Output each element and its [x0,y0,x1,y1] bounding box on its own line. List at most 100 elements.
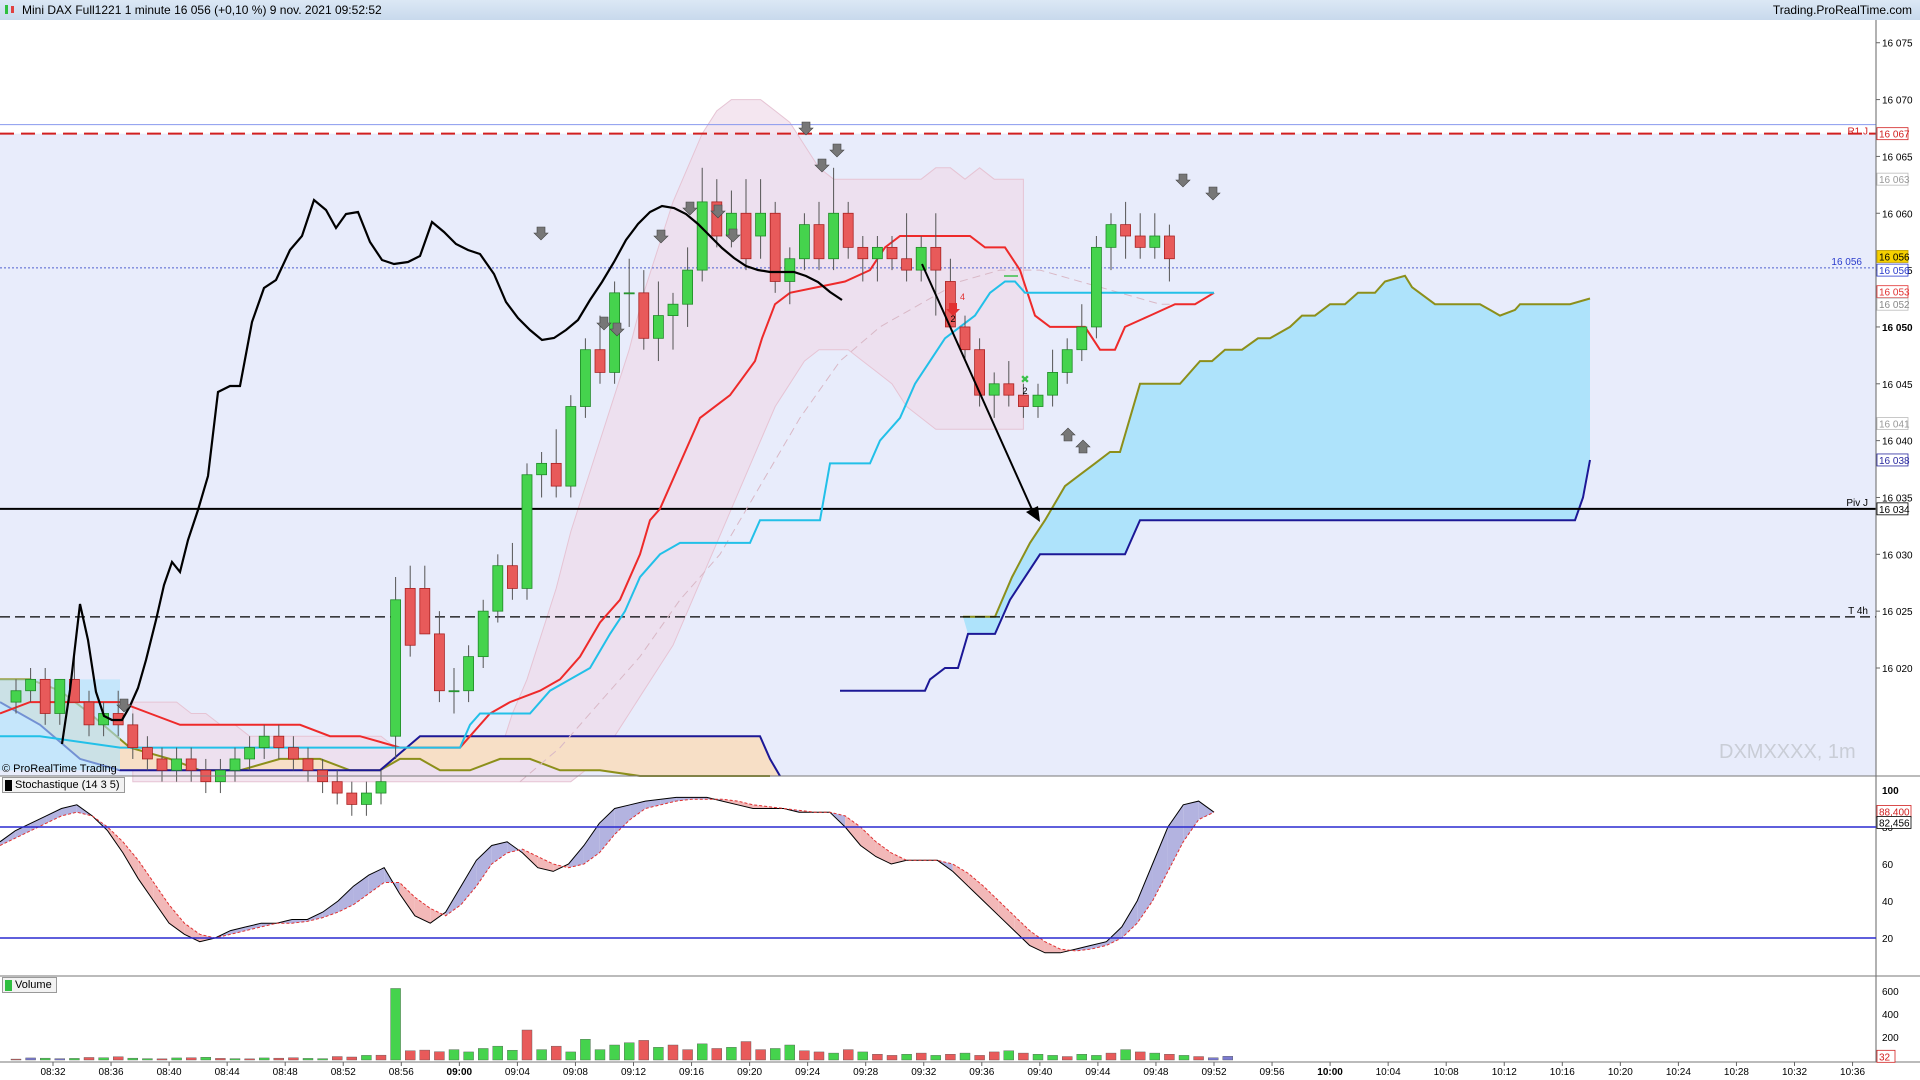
volume-bar [1222,1056,1234,1061]
stochastic-tag-label: Stochastique (14 3 5) [15,779,120,791]
candle[interactable] [1018,394,1029,407]
candle[interactable] [1003,383,1015,396]
candle[interactable] [448,690,460,693]
candle[interactable] [506,565,518,589]
price-badge-label: 16 063 [1879,175,1910,186]
candle[interactable] [229,758,241,771]
candle[interactable] [1164,235,1175,260]
candle[interactable] [419,588,431,635]
volume-bar [726,1047,737,1061]
candle[interactable] [974,349,985,396]
candle[interactable] [302,758,314,771]
candle[interactable] [784,258,796,282]
candle[interactable] [755,212,766,237]
candle[interactable] [740,212,752,260]
candle[interactable] [1149,235,1161,248]
volume-bar [565,1051,576,1061]
candle[interactable] [623,292,635,295]
candle[interactable] [886,246,898,260]
candle[interactable] [10,690,22,703]
volume-bar [346,1056,357,1061]
candle[interactable] [857,246,869,260]
candle[interactable] [1061,349,1073,373]
price-tick-label: 16 070 [1882,96,1913,107]
candle[interactable] [141,747,153,760]
candle[interactable] [375,781,387,794]
volume-bar [1207,1057,1219,1061]
candle[interactable] [390,599,402,737]
candle[interactable] [1105,224,1117,248]
candle[interactable] [83,701,95,726]
candle[interactable] [1120,224,1131,237]
volume-bar [288,1057,299,1061]
candle[interactable] [565,406,577,487]
candle[interactable] [492,565,504,612]
candle[interactable] [244,747,256,760]
candle[interactable] [653,315,664,339]
candle[interactable] [594,349,606,373]
time-tick-label: 09:52 [1201,1067,1226,1078]
candle[interactable] [638,292,650,339]
volume-bar [1061,1056,1073,1061]
stoch-tick-label: 60 [1882,860,1894,871]
candle[interactable] [813,224,825,260]
candle[interactable] [39,678,51,714]
candle[interactable] [127,724,139,748]
price-tick-label: 16 040 [1882,437,1913,448]
volume-bar [332,1056,343,1061]
candle[interactable] [828,212,839,260]
price-badge-label: 16 041 [1879,420,1910,431]
volume-bar [551,1045,562,1061]
candle[interactable] [915,246,927,271]
candle[interactable] [156,758,168,771]
candle[interactable] [959,326,971,351]
stochastic-tag[interactable]: Stochastique (14 3 5) [2,777,125,793]
candle[interactable] [1076,326,1088,351]
volume-bar [215,1058,226,1061]
stoch-fill [676,797,692,802]
candle[interactable] [988,383,1000,396]
candle[interactable] [842,212,854,248]
candle[interactable] [287,747,299,760]
candle[interactable] [1032,394,1044,407]
candle[interactable] [901,258,912,271]
stoch-fill [1044,941,1061,953]
candle[interactable] [331,781,343,794]
candle[interactable] [1091,246,1102,328]
stochastic-swatch-icon [5,779,12,791]
candle[interactable] [185,758,197,771]
volume-bar [624,1042,635,1061]
candle[interactable] [54,678,66,714]
candle[interactable] [273,735,285,748]
volume-tag[interactable]: Volume [2,977,57,993]
last-price-label: 16 056 [1831,257,1862,268]
candle[interactable] [521,474,533,589]
volume-bar [711,1048,722,1061]
time-tick-label: 10:04 [1376,1067,1401,1078]
candle[interactable] [536,462,547,476]
candle[interactable] [171,758,183,771]
candle[interactable] [682,269,693,305]
volume-bar [229,1058,241,1061]
candle[interactable] [25,678,37,692]
candle[interactable] [258,735,270,748]
candle[interactable] [872,246,883,260]
candle[interactable] [696,201,708,271]
candle[interactable] [463,656,475,692]
stoch-fill [30,815,47,831]
candle[interactable] [404,588,416,646]
candle[interactable] [799,224,810,260]
candle[interactable] [550,462,562,487]
candle[interactable] [477,610,489,658]
chart-canvas[interactable]: R1 JPiv JT 4h16 05624✖216 07516 07016 06… [0,0,1920,1080]
candle[interactable] [1134,235,1146,248]
candle[interactable] [930,246,942,271]
candle[interactable] [433,633,445,692]
candle[interactable] [1047,372,1058,396]
volume-tick-label: 600 [1882,987,1899,998]
stoch-fill [845,815,861,846]
candle[interactable] [667,303,679,316]
candle[interactable] [580,349,591,407]
candle[interactable] [346,792,358,805]
candle[interactable] [360,792,372,805]
